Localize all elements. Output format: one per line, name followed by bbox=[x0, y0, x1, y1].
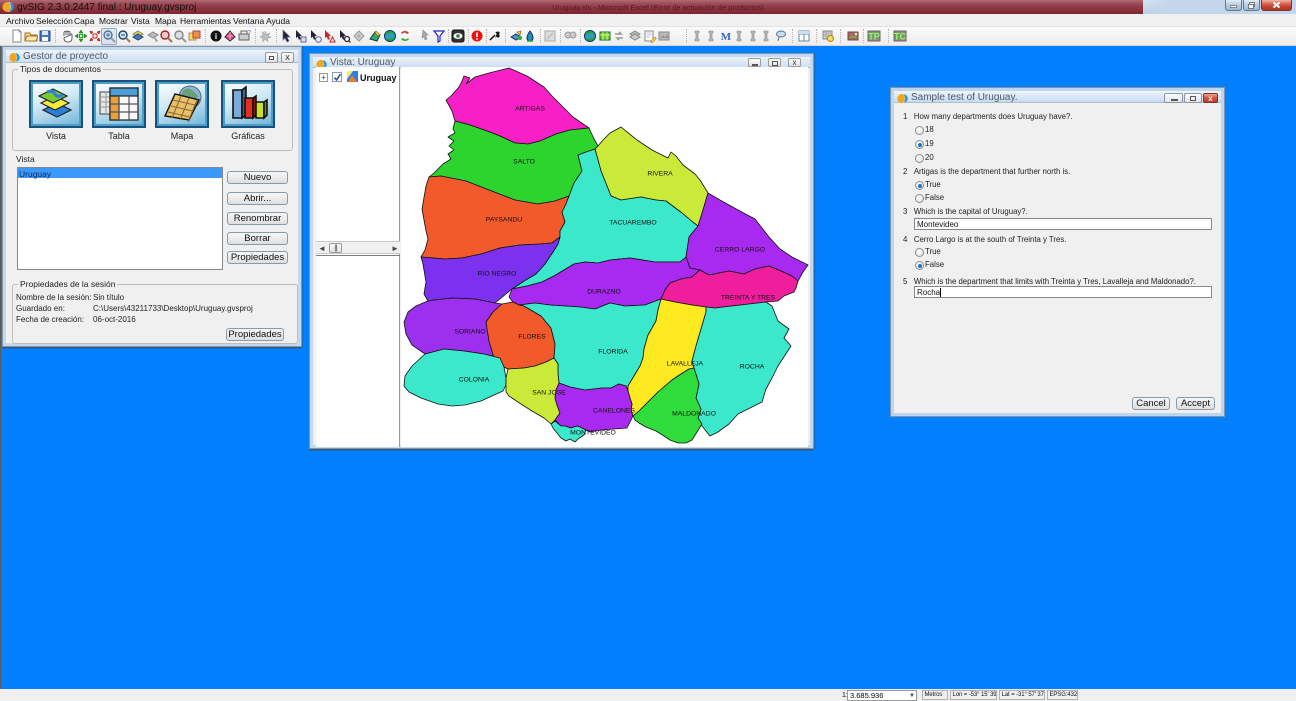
svg-text:i: i bbox=[215, 32, 217, 41]
svg-text:ARTIGAS: ARTIGAS bbox=[515, 106, 545, 113]
svg-text:SORIANO: SORIANO bbox=[454, 329, 485, 336]
svg-text:FLORIDA: FLORIDA bbox=[598, 349, 628, 356]
svg-text:PAYSANDU: PAYSANDU bbox=[486, 217, 522, 224]
svg-text:?: ? bbox=[248, 30, 251, 36]
svg-text:CERRO LARGO: CERRO LARGO bbox=[715, 247, 765, 254]
svg-text:TACUAREMBO: TACUAREMBO bbox=[609, 220, 656, 227]
svg-text:ROCHA: ROCHA bbox=[740, 364, 765, 371]
svg-text:RIO NEGRO: RIO NEGRO bbox=[478, 271, 517, 278]
svg-text:SAN JOSE: SAN JOSE bbox=[532, 390, 566, 397]
svg-text:SALTO: SALTO bbox=[513, 159, 535, 166]
svg-text:DURAZNO: DURAZNO bbox=[587, 289, 621, 296]
svg-text:TC: TC bbox=[894, 32, 906, 42]
svg-text:TP: TP bbox=[868, 32, 880, 42]
svg-text:MALDONADO: MALDONADO bbox=[672, 411, 716, 418]
svg-text:M: M bbox=[721, 31, 732, 43]
svg-text:FLORES: FLORES bbox=[518, 334, 546, 341]
svg-text:TREINTA Y TRES: TREINTA Y TRES bbox=[721, 295, 776, 302]
svg-text:CANELONES: CANELONES bbox=[593, 408, 635, 415]
svg-text:RIVERA: RIVERA bbox=[647, 171, 673, 178]
svg-text:COLONIA: COLONIA bbox=[459, 377, 490, 384]
svg-text:LAVALLEJA: LAVALLEJA bbox=[667, 361, 704, 368]
svg-text:MONTEVIDEO: MONTEVIDEO bbox=[570, 430, 616, 437]
